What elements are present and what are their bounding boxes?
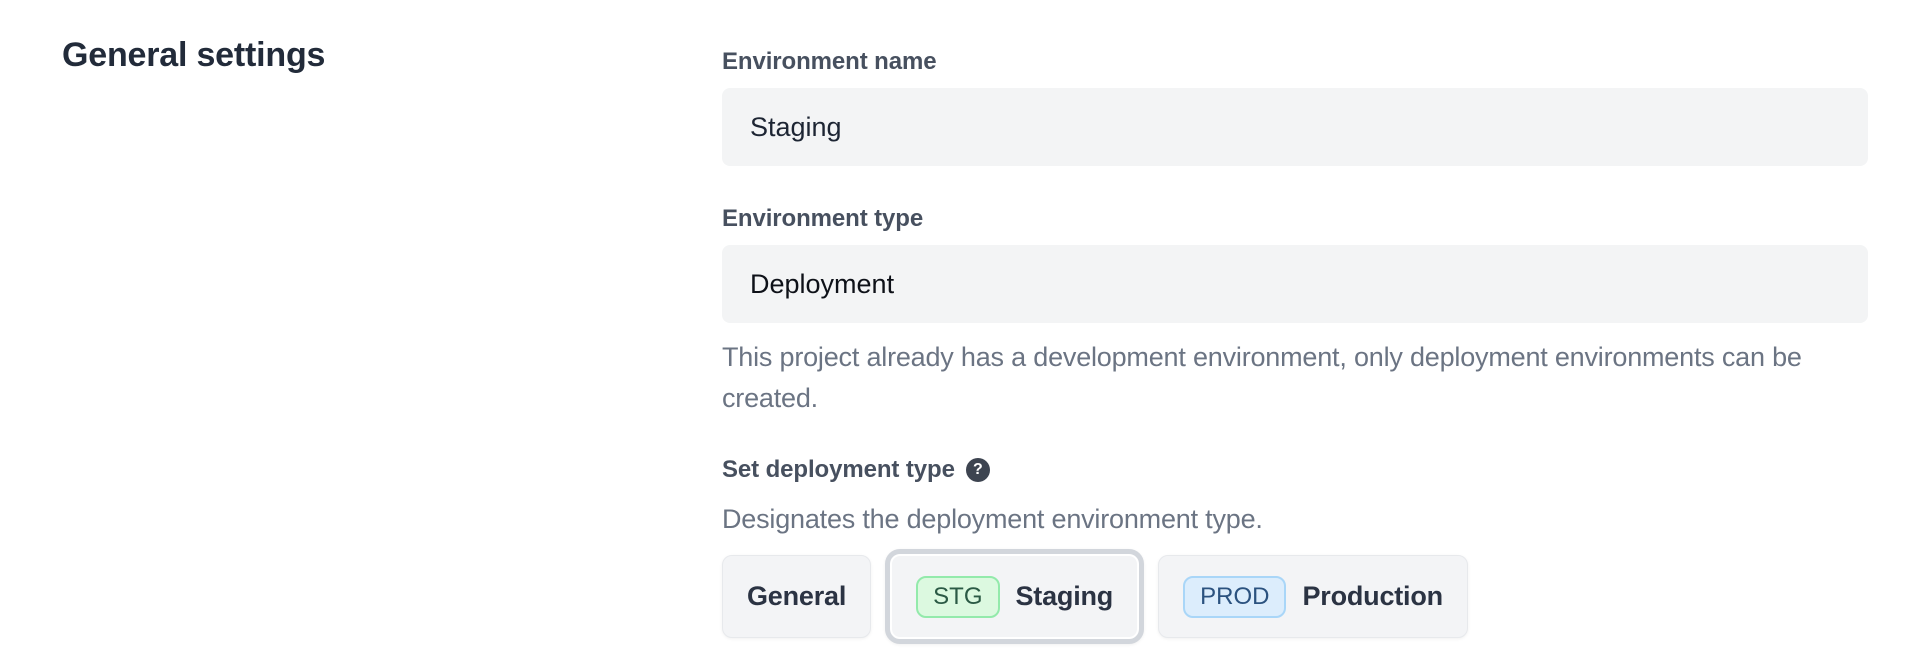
page-title: General settings: [62, 36, 325, 75]
general-option-label: General: [747, 581, 846, 612]
staging-option-label: Staging: [1016, 581, 1114, 612]
general-settings-form: Environment name Environment type This p…: [722, 50, 1868, 644]
environment-name-label: Environment name: [722, 50, 1868, 74]
deployment-type-description: Designates the deployment environment ty…: [722, 504, 1868, 534]
deployment-type-options: General STG Staging PROD Production: [722, 549, 1868, 644]
deployment-type-option-production[interactable]: PROD Production: [1158, 555, 1468, 638]
question-mark-help-icon[interactable]: ?: [966, 458, 990, 482]
stg-badge: STG: [916, 576, 999, 618]
production-option-label: Production: [1302, 581, 1443, 612]
deployment-type-label-row: Set deployment type ?: [722, 458, 1868, 482]
deployment-type-option-general[interactable]: General: [722, 555, 871, 638]
environment-type-input[interactable]: [722, 245, 1868, 323]
environment-type-help-text: This project already has a development e…: [722, 337, 1868, 419]
prod-badge: PROD: [1183, 576, 1286, 618]
environment-name-input[interactable]: [722, 88, 1868, 166]
deployment-type-option-staging[interactable]: STG Staging: [885, 549, 1144, 644]
environment-type-label: Environment type: [722, 207, 1868, 231]
set-deployment-type-label: Set deployment type: [722, 458, 955, 482]
